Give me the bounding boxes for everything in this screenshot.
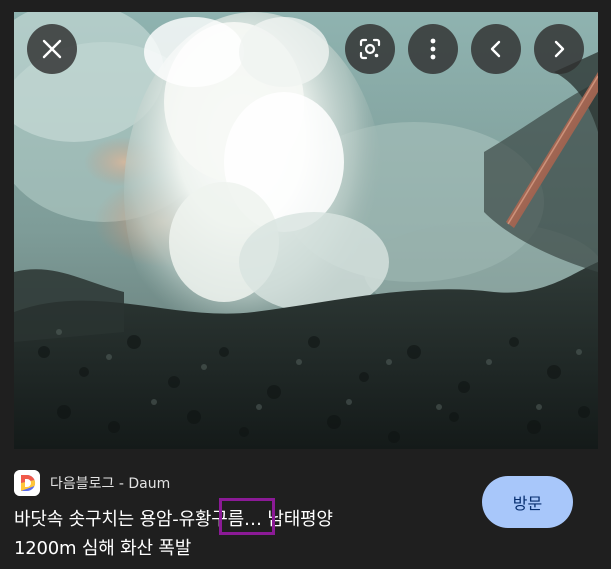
daum-favicon <box>14 470 40 496</box>
close-button[interactable] <box>27 24 77 74</box>
google-lens-button[interactable] <box>345 24 395 74</box>
previous-image-button[interactable] <box>471 24 521 74</box>
next-image-button[interactable] <box>534 24 584 74</box>
title-line-2[interactable]: 1200m 심해 화산 폭발 <box>14 534 454 563</box>
more-options-button[interactable] <box>408 24 458 74</box>
source-name[interactable]: 다음블로그 - Daum <box>50 473 170 493</box>
title-line-1[interactable]: 바닷속 솟구치는 용암-유황구름… 남태평양 <box>14 505 454 534</box>
close-icon <box>41 38 63 60</box>
source-info[interactable]: 다음블로그 - Daum <box>14 469 170 497</box>
google-lens-icon <box>358 37 382 61</box>
visit-button-label: 방문 <box>512 494 543 513</box>
image-title[interactable]: 바닷속 솟구치는 용암-유황구름… 남태평양 1200m 심해 화산 폭발 <box>14 505 454 563</box>
preview-image[interactable] <box>14 12 598 449</box>
chevron-right-icon <box>552 40 566 58</box>
visit-button[interactable]: 방문 <box>482 476 573 528</box>
image-viewer: 다음블로그 - Daum 바닷속 솟구치는 용암-유황구름… 남태평양 1200… <box>0 0 611 569</box>
more-vertical-icon <box>429 37 437 61</box>
chevron-left-icon <box>489 40 503 58</box>
